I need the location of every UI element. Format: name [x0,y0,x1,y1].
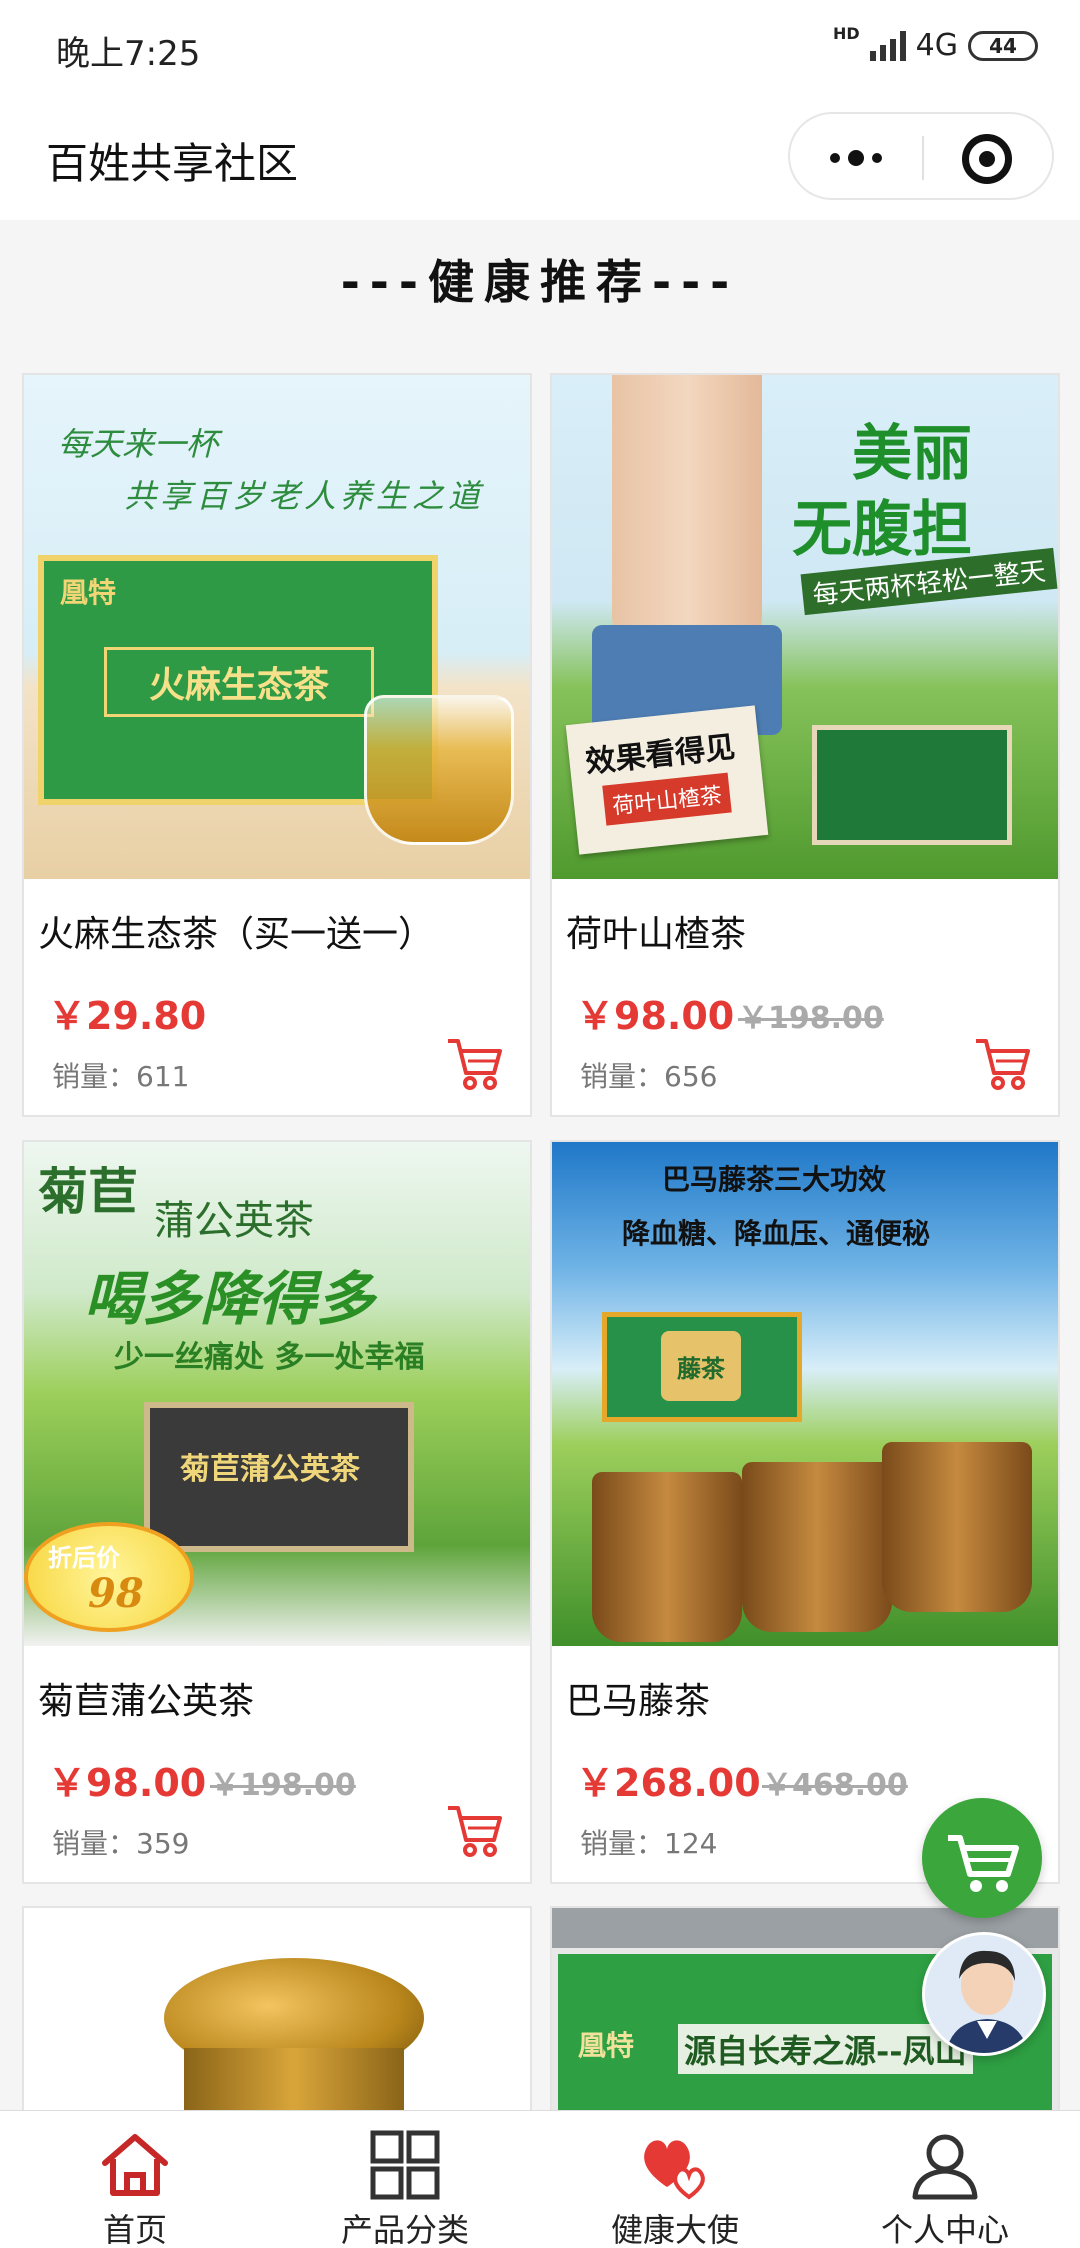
bamboo-bucket [882,1442,1032,1612]
status-time: 晚上7:25 [56,34,201,74]
home-icon [102,2134,168,2196]
more-dots-icon[interactable] [820,134,892,182]
product-image[interactable]: 巴马藤茶三大功效 降血糖、降血压、通便秘 藤茶 [552,1142,1058,1646]
image-text: 巴马藤茶三大功效 [662,1163,887,1196]
network-type: 4G [915,28,958,63]
image-text: 少一丝痛处 多一处幸福 [114,1340,425,1375]
tea-box: 藤茶 [602,1312,802,1422]
discount-badge: 折后价 98 [24,1522,194,1632]
image-text: 降血糖、降血压、通便秘 [622,1217,931,1250]
product-card[interactable]: 巴马藤茶三大功效 降血糖、降血压、通便秘 藤茶 巴马藤茶 ￥268.00 ￥46… [550,1140,1060,1884]
tab-profile[interactable]: 个人中心 [810,2111,1080,2248]
tab-health-ambassador[interactable]: 健康大使 [540,2111,810,2248]
floating-cart-button[interactable] [922,1798,1042,1918]
capsule-divider [922,136,924,180]
image-text: 蒲公英茶 [154,1198,314,1244]
customer-service-button[interactable] [922,1932,1046,2056]
tea-box [812,725,1012,845]
tab-categories[interactable]: 产品分类 [270,2111,540,2248]
target-close-icon[interactable] [962,134,1012,184]
product-sales: 销量：124 [580,1827,718,1860]
product-card[interactable]: 每天来一杯 共享百岁老人养生之道 凰特 火麻生态茶 火麻生态茶（买一送一） ￥2… [22,373,532,1117]
mini-program-capsule [788,112,1054,200]
product-price: ￥98.00 [576,994,735,1038]
bamboo-bucket [592,1472,742,1642]
product-sales: 销量：611 [52,1060,190,1093]
label-card: 效果看得见 荷叶山楂茶 [565,705,769,855]
tab-bar: 首页 产品分类 健康大使 个人中心 [0,2110,1080,2248]
tab-label: 健康大使 [610,2211,739,2248]
nav-bar: 百姓共享社区 [0,96,1080,220]
tab-label: 产品分类 [340,2211,469,2248]
product-old-price: ￥468.00 [762,1768,908,1803]
person-icon [912,2134,978,2200]
add-to-cart-icon[interactable] [444,1802,504,1858]
product-sales: 销量：656 [580,1060,718,1093]
tea-glass [364,695,514,845]
battery-level: 44 [989,33,1017,58]
product-price: ￥268.00 [576,1761,761,1805]
product-price: ￥29.80 [48,994,207,1038]
product-old-price: ￥198.00 [738,1001,884,1036]
product-name[interactable]: 火麻生态茶（买一送一） [38,905,434,957]
product-image[interactable]: 美丽 无腹担 每天两杯轻松一整天 效果看得见 荷叶山楂茶 [552,375,1058,879]
product-price: ￥98.00 [48,1761,207,1805]
bamboo-bucket [742,1462,892,1632]
image-text: 喝多降得多 [84,1265,375,1333]
product-card[interactable]: 美丽 无腹担 每天两杯轻松一整天 效果看得见 荷叶山楂茶 荷叶山楂茶 ￥98.0… [550,373,1060,1117]
product-sales: 销量：359 [52,1827,190,1860]
signal-icon [869,30,906,61]
image-text: 每天来一杯 [58,425,219,463]
section-title: ---健康推荐--- [340,255,740,309]
tab-home[interactable]: 首页 [0,2111,270,2248]
image-text: 美丽 [852,419,972,489]
image-text: 无腹担 [792,495,972,565]
product-image[interactable]: 每天来一杯 共享百岁老人养生之道 凰特 火麻生态茶 [24,375,530,879]
product-image[interactable]: 菊苣 蒲公英茶 喝多降得多 少一丝痛处 多一处幸福 菊苣蒲公英茶 折后价 98 [24,1142,530,1646]
status-bar: 晚上7:25 HD 4G 44 [0,0,1080,96]
hearts-icon [644,2140,705,2200]
product-old-price: ￥198.00 [210,1768,356,1803]
cart-icon [948,1835,1019,1892]
hd-badge: HD [832,24,860,43]
battery-icon: 44 [968,30,1038,61]
image-text: 共享百岁老人养生之道 [124,477,485,515]
tab-label: 首页 [102,2211,167,2248]
image-text: 菊苣 [38,1162,138,1221]
product-name[interactable]: 菊苣蒲公英茶 [38,1672,254,1724]
grid-icon [370,2130,440,2200]
page-title: 百姓共享社区 [46,139,299,188]
product-name[interactable]: 巴马藤茶 [566,1672,710,1724]
product-name[interactable]: 荷叶山楂茶 [566,905,746,957]
add-to-cart-icon[interactable] [444,1035,504,1091]
status-indicators: HD 4G 44 [833,24,1038,63]
tab-label: 个人中心 [880,2211,1009,2248]
product-card[interactable]: 菊苣 蒲公英茶 喝多降得多 少一丝痛处 多一处幸福 菊苣蒲公英茶 折后价 98 … [22,1140,532,1884]
tea-box: 菊苣蒲公英茶 [144,1402,414,1552]
add-to-cart-icon[interactable] [972,1035,1032,1091]
